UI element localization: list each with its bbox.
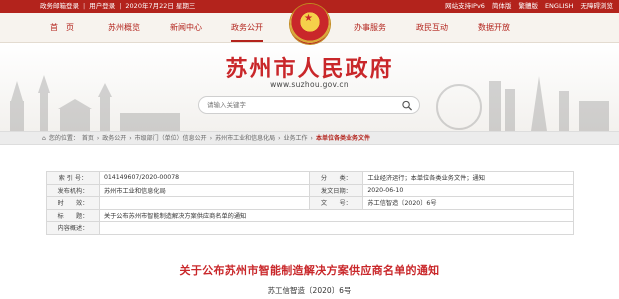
national-emblem-logo[interactable]: ★ xyxy=(290,4,330,44)
category-value: 工业经济运行；本单位各类业务文件；通知 xyxy=(362,171,574,185)
issuer-label: 发布机构： xyxy=(46,183,100,197)
breadcrumb-separator: › xyxy=(96,135,100,142)
nav-citizen-interaction[interactable]: 政民互动 xyxy=(416,13,448,43)
nav-suzhou-overview[interactable]: 苏州概览 xyxy=(108,13,140,43)
nav-news-center[interactable]: 新闻中心 xyxy=(170,13,202,43)
issuer-value: 苏州市工业和信息化局 xyxy=(98,183,311,197)
summary-value xyxy=(98,221,575,235)
nav-government-affairs[interactable]: 政务公开 xyxy=(231,13,263,42)
breadcrumb-separator: › xyxy=(278,135,281,142)
validity-label: 时 效： xyxy=(46,196,100,210)
breadcrumb-separator: › xyxy=(129,135,132,142)
separator: | xyxy=(119,2,122,10)
category-label: 分 类： xyxy=(309,171,364,185)
document-number-label: 文 号： xyxy=(309,196,364,210)
simplified-chinese-link[interactable]: 简体版 xyxy=(492,0,512,13)
home-icon: ⌂ xyxy=(42,135,46,142)
breadcrumb: ⌂ 您的位置： 首页 › 政务公开 › 市级部门（单位）信息公开 › 苏州市工业… xyxy=(0,131,619,145)
user-login-link[interactable]: 用户登录 xyxy=(89,0,115,13)
ipv6-badge: 网站支持IPv6 xyxy=(445,2,485,10)
site-url: www.suzhou.gov.cn xyxy=(270,80,349,89)
star-icon: ★ xyxy=(304,13,313,24)
site-title: 苏州市人民政府 xyxy=(225,56,394,82)
breadcrumb-separator: › xyxy=(310,135,313,142)
breadcrumb-home[interactable]: 首页 xyxy=(82,132,94,145)
issue-date-label: 发文日期： xyxy=(309,183,364,197)
search-input[interactable] xyxy=(207,99,397,111)
breadcrumb-separator: › xyxy=(209,135,213,142)
header-banner: 苏州市人民政府 www.suzhou.gov.cn xyxy=(0,43,619,131)
table-row: 内容概述： xyxy=(46,221,575,235)
nav-home[interactable]: 首 页 xyxy=(50,13,74,43)
index-number-label: 索 引 号： xyxy=(46,171,100,185)
breadcrumb-industry-bureau[interactable]: 苏州市工业和信息化局 xyxy=(215,132,275,145)
english-link[interactable]: ENGLISH xyxy=(545,0,574,13)
breadcrumb-municipal-departments[interactable]: 市级部门（单位）信息公开 xyxy=(135,132,207,145)
document-title: 关于公布苏州市智能制造解决方案供应商名单的通知 xyxy=(179,264,440,277)
validity-value xyxy=(98,196,311,210)
current-date: 2020年7月22日 星期三 xyxy=(125,2,196,10)
table-row: 时 效： 文 号： 苏工信智造〔2020〕6号 xyxy=(46,196,574,210)
accessibility-link[interactable]: 无障碍浏览 xyxy=(581,0,614,13)
mail-login-link[interactable]: 政务邮箱登录 xyxy=(40,0,79,13)
search-bar xyxy=(198,96,420,114)
nav-services[interactable]: 办事服务 xyxy=(354,13,386,43)
summary-label: 内容概述： xyxy=(46,221,100,235)
document-number: 苏工信智造〔2020〕6号 xyxy=(267,286,352,295)
table-row: 索 引 号： 014149607/2020-00078 分 类： 工业经济运行；… xyxy=(46,171,574,185)
nav-open-data[interactable]: 数据开放 xyxy=(478,13,510,43)
separator: | xyxy=(83,2,86,10)
issue-date-value: 2020-06-10 xyxy=(362,183,574,197)
search-icon[interactable] xyxy=(401,100,413,111)
table-row: 发布机构： 苏州市工业和信息化局 发文日期： 2020-06-10 xyxy=(46,183,574,197)
traditional-chinese-link[interactable]: 繁體版 xyxy=(518,0,538,13)
breadcrumb-business-work[interactable]: 业务工作 xyxy=(284,132,308,145)
breadcrumb-label: 您的位置： xyxy=(48,135,79,142)
breadcrumb-government-affairs[interactable]: 政务公开 xyxy=(102,132,126,145)
breadcrumb-current[interactable]: 本单位各类业务文件 xyxy=(316,132,370,145)
title-label: 标 题： xyxy=(46,208,100,222)
index-number-value: 014149607/2020-00078 xyxy=(98,171,311,185)
document-metadata-table: 索 引 号： 014149607/2020-00078 分 类： 工业经济运行；… xyxy=(46,171,575,235)
title-value: 关于公布苏州市智能制造解决方案供应商名单的通知 xyxy=(98,208,575,222)
document-number-value: 苏工信智造〔2020〕6号 xyxy=(362,196,574,210)
table-row: 标 题： 关于公布苏州市智能制造解决方案供应商名单的通知 xyxy=(46,208,575,222)
